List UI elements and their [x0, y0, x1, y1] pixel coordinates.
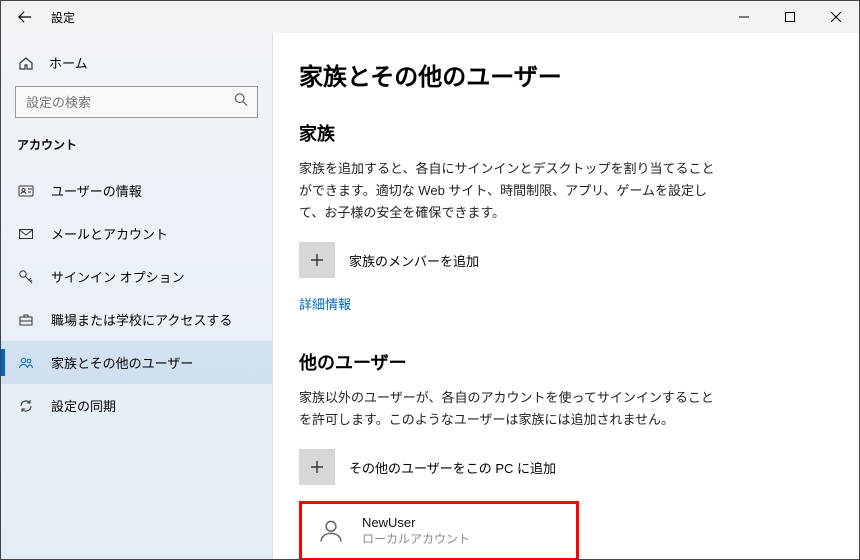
add-other-user-button[interactable]: その他のユーザーをこの PC に追加: [299, 449, 819, 485]
family-description: 家族を追加すると、各自にサインインとデスクトップを割り当てることができます。適切…: [299, 158, 719, 224]
sidebar-item-label: サインイン オプション: [51, 267, 185, 286]
sidebar-item-sync[interactable]: 設定の同期: [1, 384, 272, 427]
add-family-label: 家族のメンバーを追加: [349, 251, 479, 270]
briefcase-icon: [17, 312, 35, 328]
key-icon: [17, 269, 35, 285]
sidebar-item-label: 設定の同期: [51, 396, 116, 415]
minimize-icon: [739, 12, 749, 22]
search-icon: [234, 93, 248, 112]
other-user-row[interactable]: NewUser ローカルアカウント: [299, 501, 579, 559]
sidebar: ホーム アカウント ユーザーの情報 メールとアカウント: [1, 33, 273, 559]
page-title: 家族とその他のユーザー: [299, 57, 819, 92]
sidebar-item-label: ユーザーの情報: [51, 181, 142, 200]
others-heading: 他のユーザー: [299, 349, 819, 375]
sidebar-item-label: 家族とその他のユーザー: [51, 353, 193, 372]
others-description: 家族以外のユーザーが、各自のアカウントを使ってサインインすることを許可します。こ…: [299, 387, 719, 431]
add-other-label: その他のユーザーをこの PC に追加: [349, 458, 556, 477]
sidebar-item-family-others[interactable]: 家族とその他のユーザー: [1, 341, 272, 384]
sidebar-item-work-school[interactable]: 職場または学校にアクセスする: [1, 298, 272, 341]
user-account-type: ローカルアカウント: [362, 530, 470, 547]
home-label: ホーム: [49, 53, 88, 72]
home-icon: [17, 55, 35, 71]
family-heading: 家族: [299, 120, 819, 146]
close-button[interactable]: [813, 1, 859, 33]
user-avatar-icon: [314, 514, 348, 548]
plus-icon: [299, 242, 335, 278]
close-icon: [831, 12, 841, 22]
minimize-button[interactable]: [721, 1, 767, 33]
back-button[interactable]: [9, 1, 41, 33]
arrow-left-icon: [18, 10, 32, 24]
home-nav[interactable]: ホーム: [1, 47, 272, 86]
sync-icon: [17, 398, 35, 414]
sidebar-item-signin-options[interactable]: サインイン オプション: [1, 255, 272, 298]
sidebar-item-label: メールとアカウント: [51, 224, 168, 243]
plus-icon: [299, 449, 335, 485]
user-name: NewUser: [362, 515, 470, 530]
maximize-button[interactable]: [767, 1, 813, 33]
main-content: 家族とその他のユーザー 家族 家族を追加すると、各自にサインインとデスクトップを…: [273, 33, 859, 559]
search-input[interactable]: [15, 86, 258, 118]
window-title: 設定: [51, 9, 75, 26]
maximize-icon: [785, 12, 795, 22]
sidebar-item-user-info[interactable]: ユーザーの情報: [1, 169, 272, 212]
mail-icon: [17, 226, 35, 242]
sidebar-section-title: アカウント: [1, 136, 272, 169]
add-family-member-button[interactable]: 家族のメンバーを追加: [299, 242, 819, 278]
card-icon: [17, 183, 35, 199]
sidebar-item-email-accounts[interactable]: メールとアカウント: [1, 212, 272, 255]
more-info-link[interactable]: 詳細情報: [299, 294, 351, 313]
titlebar: 設定: [1, 1, 859, 33]
sidebar-item-label: 職場または学校にアクセスする: [51, 310, 232, 329]
people-icon: [17, 355, 35, 371]
